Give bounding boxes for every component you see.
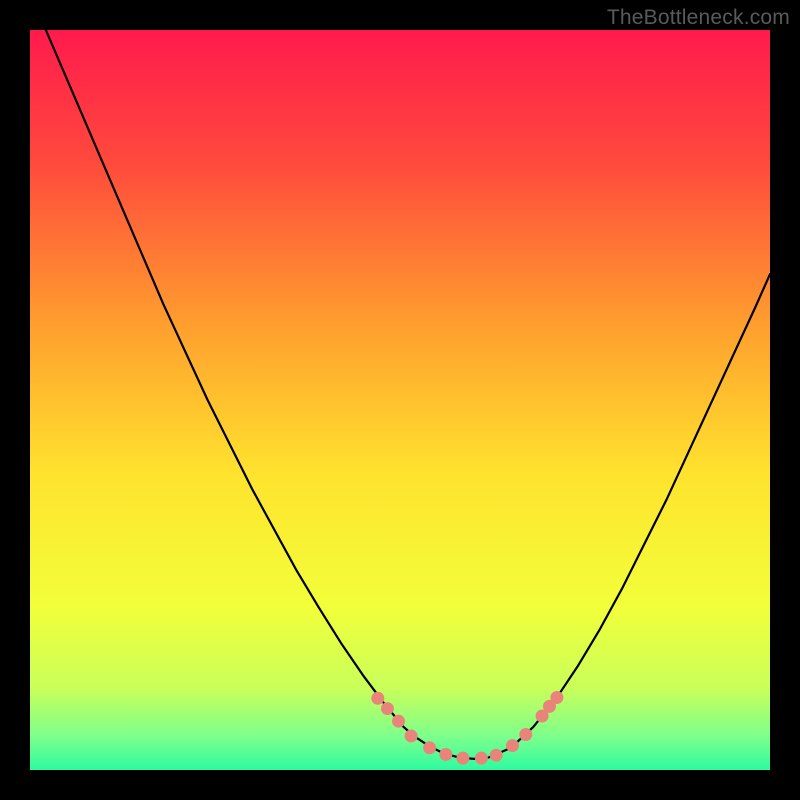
- highlight-dot: [475, 752, 488, 765]
- highlight-dot: [392, 715, 405, 728]
- highlight-dot: [381, 702, 394, 715]
- highlight-dot: [456, 752, 469, 765]
- chart-frame: TheBottleneck.com: [0, 0, 800, 800]
- highlight-dot: [550, 691, 563, 704]
- highlight-dot: [439, 748, 452, 761]
- highlight-dot: [423, 741, 436, 754]
- watermark-text: TheBottleneck.com: [607, 6, 790, 30]
- gradient-background: [30, 30, 770, 770]
- bottleneck-chart: [30, 30, 770, 770]
- plot-area: [30, 30, 770, 770]
- highlight-dot: [519, 728, 532, 741]
- highlight-dot: [506, 739, 519, 752]
- highlight-dot: [405, 729, 418, 742]
- highlight-dot: [371, 692, 384, 705]
- highlight-dot: [490, 749, 503, 762]
